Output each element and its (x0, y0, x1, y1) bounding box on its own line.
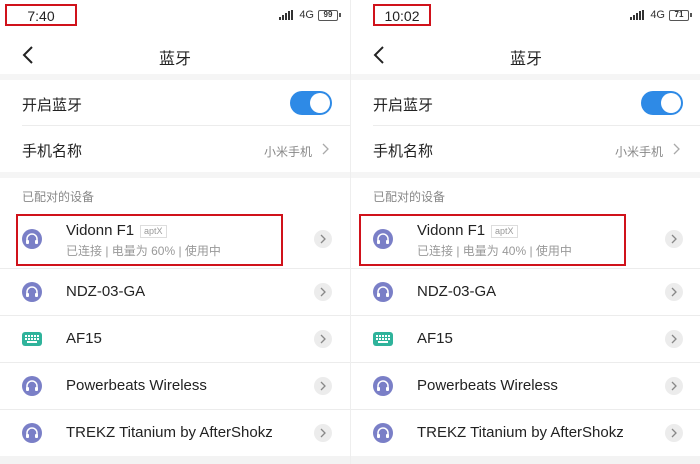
status-time: 10:02 (373, 4, 431, 26)
phone-name-row[interactable]: 手机名称 小米手机 (0, 126, 350, 172)
phone-name-label: 手机名称 (22, 143, 83, 160)
status-bar: 7:40 4G 99 (0, 0, 350, 30)
headset-icon (22, 282, 42, 302)
device-name: AF15 (66, 330, 102, 347)
section-gap (351, 172, 700, 178)
phone-screen-right: 10:02 4G 71 蓝牙 开启蓝牙 手机名称 小米手机 已配对的设备 Vid… (351, 0, 700, 464)
device-row-ndz-03-ga[interactable]: NDZ-03-GA (351, 269, 700, 315)
device-details-button[interactable] (665, 330, 683, 348)
bluetooth-toggle-switch[interactable] (290, 91, 332, 115)
chevron-right-icon (320, 334, 326, 344)
device-name: TREKZ Titanium by AfterShokz (66, 424, 273, 441)
section-gap (0, 172, 350, 178)
chevron-right-icon (671, 334, 677, 344)
page-title: 蓝牙 (509, 51, 542, 68)
network-type: 4G (650, 9, 665, 21)
phone-name-value: 小米手机 (614, 145, 663, 159)
chevron-right-icon (320, 428, 326, 438)
chevron-right-icon (320, 381, 326, 391)
phone-name-label: 手机名称 (373, 143, 434, 160)
chevron-right-icon (671, 428, 677, 438)
device-details-button[interactable] (665, 230, 683, 248)
toggle-knob (310, 93, 330, 113)
device-row-trekz-titanium[interactable]: TREKZ Titanium by AfterShokz (351, 410, 700, 456)
chevron-right-icon (671, 287, 677, 297)
device-name: TREKZ Titanium by AfterShokz (417, 424, 624, 441)
device-name: Powerbeats Wireless (66, 377, 207, 394)
device-row-ndz-03-ga[interactable]: NDZ-03-GA (0, 269, 350, 315)
chevron-right-icon (320, 287, 326, 297)
page-header: 蓝牙 (0, 36, 350, 74)
highlight-box (359, 214, 626, 266)
chevron-right-icon (673, 143, 680, 155)
headset-icon (373, 376, 393, 396)
paired-devices-heading: 已配对的设备 (373, 190, 446, 204)
battery-icon: 99 (318, 9, 341, 21)
chevron-right-icon (671, 234, 677, 244)
device-row-powerbeats-wireless[interactable]: Powerbeats Wireless (0, 363, 350, 409)
status-indicators: 4G 99 (279, 8, 341, 22)
network-type: 4G (299, 9, 314, 21)
device-details-button[interactable] (665, 283, 683, 301)
device-name: NDZ-03-GA (417, 283, 497, 300)
bottom-strip (0, 456, 350, 464)
headset-icon (22, 376, 42, 396)
headset-icon (22, 423, 42, 443)
status-time: 7:40 (5, 4, 77, 26)
bluetooth-toggle-row[interactable]: 开启蓝牙 (0, 80, 350, 126)
keyboard-icon (22, 332, 42, 346)
device-details-button[interactable] (665, 377, 683, 395)
device-row-af15[interactable]: AF15 (351, 316, 700, 362)
phone-name-row[interactable]: 手机名称 小米手机 (351, 126, 700, 172)
device-details-button[interactable] (314, 424, 332, 442)
paired-devices-heading: 已配对的设备 (22, 190, 95, 204)
signal-icon (630, 10, 645, 20)
device-details-button[interactable] (314, 230, 332, 248)
status-bar: 10:02 4G 71 (351, 0, 700, 30)
device-row-af15[interactable]: AF15 (0, 316, 350, 362)
device-details-button[interactable] (314, 330, 332, 348)
chevron-right-icon (320, 234, 326, 244)
device-name: NDZ-03-GA (66, 283, 146, 300)
bluetooth-toggle-row[interactable]: 开启蓝牙 (351, 80, 700, 126)
headset-icon (373, 423, 393, 443)
device-name: AF15 (417, 330, 453, 347)
headset-icon (373, 282, 393, 302)
device-row-trekz-titanium[interactable]: TREKZ Titanium by AfterShokz (0, 410, 350, 456)
page-title: 蓝牙 (158, 51, 191, 68)
battery-icon: 71 (669, 9, 692, 21)
status-indicators: 4G 71 (630, 8, 692, 22)
bluetooth-toggle-label: 开启蓝牙 (22, 97, 83, 114)
device-details-button[interactable] (314, 377, 332, 395)
device-details-button[interactable] (314, 283, 332, 301)
bluetooth-toggle-label: 开启蓝牙 (373, 97, 434, 114)
chevron-right-icon (322, 143, 329, 155)
device-details-button[interactable] (665, 424, 683, 442)
highlight-box (16, 214, 283, 266)
bottom-strip (351, 456, 700, 464)
phone-name-value: 小米手机 (263, 145, 312, 159)
toggle-knob (661, 93, 681, 113)
signal-icon (279, 10, 294, 20)
device-row-powerbeats-wireless[interactable]: Powerbeats Wireless (351, 363, 700, 409)
device-name: Powerbeats Wireless (417, 377, 558, 394)
keyboard-icon (373, 332, 393, 346)
page-header: 蓝牙 (351, 36, 700, 74)
chevron-right-icon (671, 381, 677, 391)
phone-screen-left: 7:40 4G 99 蓝牙 开启蓝牙 手机名称 小米手机 已配对的设备 Vido… (0, 0, 350, 464)
bluetooth-toggle-switch[interactable] (641, 91, 683, 115)
